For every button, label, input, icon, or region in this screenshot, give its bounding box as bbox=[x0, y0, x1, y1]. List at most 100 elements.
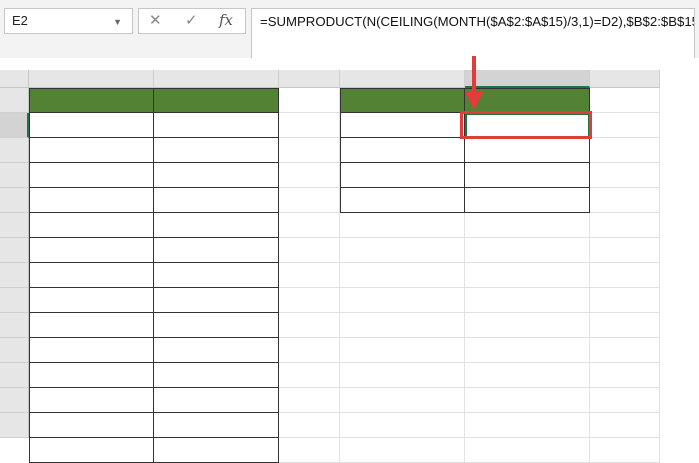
row-header-11[interactable] bbox=[0, 338, 29, 363]
table2-cell[interactable] bbox=[340, 188, 465, 213]
empty-cell[interactable] bbox=[279, 388, 340, 413]
function-icon[interactable]: fx bbox=[219, 11, 233, 29]
row-header-2[interactable] bbox=[0, 113, 29, 138]
empty-cell[interactable] bbox=[465, 388, 590, 413]
column-header-c[interactable] bbox=[279, 70, 340, 88]
enter-icon[interactable]: ✓ bbox=[185, 11, 198, 29]
empty-cell[interactable] bbox=[279, 288, 340, 313]
table1-cell-partial[interactable] bbox=[154, 438, 279, 463]
formula-bar[interactable]: =SUMPRODUCT(N(CEILING(MONTH($A$2:$A$15)/… bbox=[251, 8, 695, 58]
empty-cell[interactable] bbox=[279, 413, 340, 438]
empty-cell[interactable] bbox=[465, 438, 590, 463]
spreadsheet-grid[interactable] bbox=[0, 70, 699, 463]
row-header-9[interactable] bbox=[0, 288, 29, 313]
table1-cell[interactable] bbox=[29, 213, 154, 238]
table2-cell[interactable] bbox=[465, 188, 590, 213]
empty-cell[interactable] bbox=[340, 413, 465, 438]
row-header-6[interactable] bbox=[0, 213, 29, 238]
table1-header-cell[interactable] bbox=[29, 88, 154, 113]
empty-cell[interactable] bbox=[279, 138, 340, 163]
empty-cell[interactable] bbox=[590, 213, 660, 238]
table1-cell[interactable] bbox=[154, 313, 279, 338]
column-header-f[interactable] bbox=[590, 70, 660, 88]
empty-cell[interactable] bbox=[340, 288, 465, 313]
table1-cell[interactable] bbox=[154, 238, 279, 263]
table2-cell[interactable] bbox=[465, 138, 590, 163]
table1-header-cell[interactable] bbox=[154, 88, 279, 113]
empty-cell[interactable] bbox=[465, 363, 590, 388]
empty-cell[interactable] bbox=[590, 338, 660, 363]
empty-cell[interactable] bbox=[279, 213, 340, 238]
table2-cell[interactable] bbox=[340, 113, 465, 138]
empty-cell[interactable] bbox=[590, 388, 660, 413]
empty-cell[interactable] bbox=[465, 313, 590, 338]
row-header-3[interactable] bbox=[0, 138, 29, 163]
table1-cell[interactable] bbox=[29, 313, 154, 338]
table1-cell[interactable] bbox=[154, 213, 279, 238]
table1-cell[interactable] bbox=[154, 338, 279, 363]
empty-cell[interactable] bbox=[340, 313, 465, 338]
table1-cell[interactable] bbox=[29, 113, 154, 138]
empty-cell[interactable] bbox=[279, 438, 340, 463]
empty-cell[interactable] bbox=[590, 438, 660, 463]
empty-cell[interactable] bbox=[590, 138, 660, 163]
empty-cell[interactable] bbox=[590, 88, 660, 113]
empty-cell[interactable] bbox=[465, 263, 590, 288]
table1-cell[interactable] bbox=[154, 113, 279, 138]
empty-cell[interactable] bbox=[590, 188, 660, 213]
empty-cell[interactable] bbox=[465, 413, 590, 438]
row-header-4[interactable] bbox=[0, 163, 29, 188]
empty-cell[interactable] bbox=[590, 413, 660, 438]
table1-cell[interactable] bbox=[154, 188, 279, 213]
table1-cell[interactable] bbox=[29, 388, 154, 413]
table1-cell[interactable] bbox=[154, 138, 279, 163]
row-header-1[interactable] bbox=[0, 88, 29, 113]
empty-cell[interactable] bbox=[590, 313, 660, 338]
column-header-b[interactable] bbox=[154, 70, 279, 88]
table1-cell[interactable] bbox=[29, 238, 154, 263]
table1-cell-partial[interactable] bbox=[29, 438, 154, 463]
table1-cell[interactable] bbox=[29, 363, 154, 388]
chevron-down-icon[interactable]: ▼ bbox=[113, 10, 122, 34]
table1-cell[interactable] bbox=[154, 263, 279, 288]
table1-cell[interactable] bbox=[154, 288, 279, 313]
empty-cell[interactable] bbox=[590, 163, 660, 188]
column-header-a[interactable] bbox=[29, 70, 154, 88]
table1-cell[interactable] bbox=[154, 163, 279, 188]
empty-cell[interactable] bbox=[590, 238, 660, 263]
name-box[interactable]: E2 ▼ bbox=[4, 8, 133, 34]
table2-cell[interactable] bbox=[340, 138, 465, 163]
table1-cell[interactable] bbox=[29, 413, 154, 438]
table1-cell[interactable] bbox=[29, 288, 154, 313]
row-header-7[interactable] bbox=[0, 238, 29, 263]
table2-cell[interactable] bbox=[340, 163, 465, 188]
row-header-14[interactable] bbox=[0, 413, 29, 438]
table1-cell[interactable] bbox=[29, 163, 154, 188]
table2-cell[interactable] bbox=[465, 163, 590, 188]
table1-cell[interactable] bbox=[29, 188, 154, 213]
table1-cell[interactable] bbox=[29, 338, 154, 363]
empty-cell[interactable] bbox=[465, 288, 590, 313]
empty-cell[interactable] bbox=[279, 88, 340, 113]
empty-cell[interactable] bbox=[340, 363, 465, 388]
empty-cell[interactable] bbox=[279, 238, 340, 263]
empty-cell[interactable] bbox=[590, 263, 660, 288]
row-header-12[interactable] bbox=[0, 363, 29, 388]
empty-cell[interactable] bbox=[279, 338, 340, 363]
empty-cell[interactable] bbox=[279, 163, 340, 188]
row-header-10[interactable] bbox=[0, 313, 29, 338]
empty-cell[interactable] bbox=[340, 263, 465, 288]
row-header-5[interactable] bbox=[0, 188, 29, 213]
empty-cell[interactable] bbox=[340, 438, 465, 463]
table1-cell[interactable] bbox=[29, 263, 154, 288]
empty-cell[interactable] bbox=[590, 288, 660, 313]
table1-cell[interactable] bbox=[154, 413, 279, 438]
row-header-8[interactable] bbox=[0, 263, 29, 288]
empty-cell[interactable] bbox=[279, 313, 340, 338]
empty-cell[interactable] bbox=[340, 388, 465, 413]
table2-header-cell[interactable] bbox=[340, 88, 465, 113]
empty-cell[interactable] bbox=[279, 263, 340, 288]
empty-cell[interactable] bbox=[340, 338, 465, 363]
empty-cell[interactable] bbox=[465, 213, 590, 238]
empty-cell[interactable] bbox=[340, 213, 465, 238]
